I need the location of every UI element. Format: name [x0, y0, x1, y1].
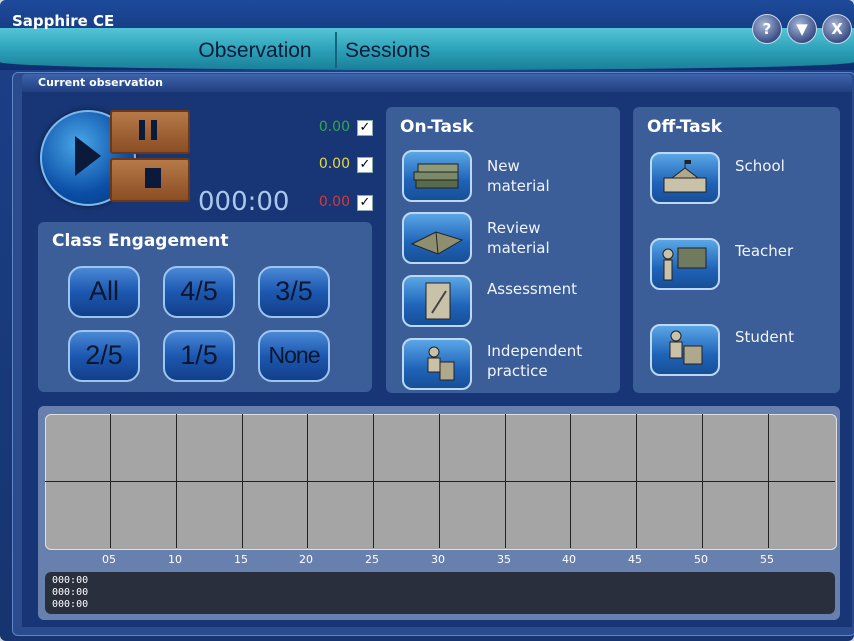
- elapsed-time: 000:00: [198, 187, 290, 217]
- counter-yellow: 0.00: [318, 156, 350, 172]
- play-icon: [75, 136, 101, 176]
- timeline-grid-line: [176, 414, 177, 548]
- counter-red-checkbox[interactable]: ✓: [357, 195, 373, 211]
- independent-practice-label-line1: Independent: [487, 342, 583, 360]
- timeline-grid-line: [702, 414, 703, 548]
- timeline-grid-line: [307, 414, 308, 548]
- timeline-grid-line: [570, 414, 571, 548]
- engagement-1-5-button[interactable]: 1/5: [163, 330, 235, 382]
- new-material-label-line2: material: [487, 177, 550, 195]
- open-book-icon: [410, 231, 464, 255]
- timeline-grid-line: [45, 481, 835, 482]
- paper-pencil-icon: [425, 282, 451, 320]
- minimize-button[interactable]: ▼: [787, 14, 817, 44]
- student-desk-icon: [427, 346, 455, 381]
- pause-button[interactable]: [110, 110, 190, 154]
- review-material-button[interactable]: [402, 212, 472, 264]
- counter-green: 0.00: [318, 119, 350, 135]
- section-title: Current observation: [38, 76, 164, 89]
- new-material-label-line1: New: [487, 157, 520, 175]
- engagement-4-5-button[interactable]: 4/5: [163, 266, 235, 318]
- timeline-grid: [45, 414, 837, 550]
- on-task-title: On-Task: [400, 117, 474, 137]
- engagement-3-5-button[interactable]: 3/5: [258, 266, 330, 318]
- timeline-grid-line: [505, 414, 506, 548]
- school-building-icon: [663, 160, 707, 193]
- class-engagement-title: Class Engagement: [52, 231, 229, 251]
- timeline-tick: 20: [299, 553, 313, 566]
- counter-yellow-checkbox[interactable]: ✓: [357, 157, 373, 173]
- teacher-button[interactable]: [650, 238, 720, 290]
- timeline-tick: 45: [628, 553, 642, 566]
- help-button[interactable]: ?: [752, 14, 782, 44]
- pause-icon: [151, 120, 157, 140]
- timeline-grid-line: [439, 414, 440, 548]
- timeline-grid-line: [768, 414, 769, 548]
- app-title: Sapphire CE: [12, 12, 115, 30]
- close-button[interactable]: X: [822, 14, 852, 44]
- time-log-entry: 000:00: [52, 587, 89, 598]
- timeline-tick: 05: [102, 553, 116, 566]
- books-icon: [413, 163, 459, 189]
- school-label: School: [735, 157, 785, 175]
- timeline-grid-line: [110, 414, 111, 548]
- timeline-tick: 50: [694, 553, 708, 566]
- timeline-tick: 15: [234, 553, 248, 566]
- timeline-tick: 30: [431, 553, 445, 566]
- timeline-grid-line: [373, 414, 374, 548]
- timeline-tick: 10: [168, 553, 182, 566]
- time-log-entry: 000:00: [52, 599, 89, 610]
- app-window: Sapphire CE Observation Sessions ? ▼ X C…: [0, 0, 854, 641]
- student-icon: [669, 330, 703, 365]
- timeline-tick: 35: [497, 553, 511, 566]
- counter-red: 0.00: [318, 194, 350, 210]
- pause-icon: [139, 120, 145, 140]
- timeline-grid-line: [242, 414, 243, 548]
- review-material-label-line1: Review: [487, 219, 541, 237]
- independent-practice-label-line2: practice: [487, 362, 548, 380]
- off-task-title: Off-Task: [647, 117, 723, 137]
- timeline-tick: 55: [760, 553, 774, 566]
- teacher-board-icon: [662, 247, 707, 281]
- teacher-label: Teacher: [735, 242, 794, 260]
- independent-practice-button[interactable]: [402, 338, 472, 390]
- counter-green-checkbox[interactable]: ✓: [357, 120, 373, 136]
- tab-sessions[interactable]: Sessions: [345, 36, 465, 66]
- new-material-button[interactable]: [402, 150, 472, 202]
- time-log: [45, 572, 835, 614]
- timeline-grid-line: [636, 414, 637, 548]
- assessment-label: Assessment: [487, 280, 577, 298]
- student-button[interactable]: [650, 324, 720, 376]
- assessment-button[interactable]: [402, 275, 472, 327]
- tab-observation[interactable]: Observation: [175, 36, 335, 66]
- time-log-entry: 000:00: [52, 575, 89, 586]
- tab-divider: [335, 32, 337, 68]
- timeline-tick: 25: [365, 553, 379, 566]
- school-button[interactable]: [650, 152, 720, 204]
- engagement-all-button[interactable]: All: [68, 266, 140, 318]
- student-label: Student: [735, 328, 795, 346]
- stop-icon: [145, 168, 161, 188]
- engagement-none-button[interactable]: None: [258, 330, 330, 382]
- engagement-2-5-button[interactable]: 2/5: [68, 330, 140, 382]
- review-material-label-line2: material: [487, 239, 550, 257]
- timeline-tick: 40: [562, 553, 576, 566]
